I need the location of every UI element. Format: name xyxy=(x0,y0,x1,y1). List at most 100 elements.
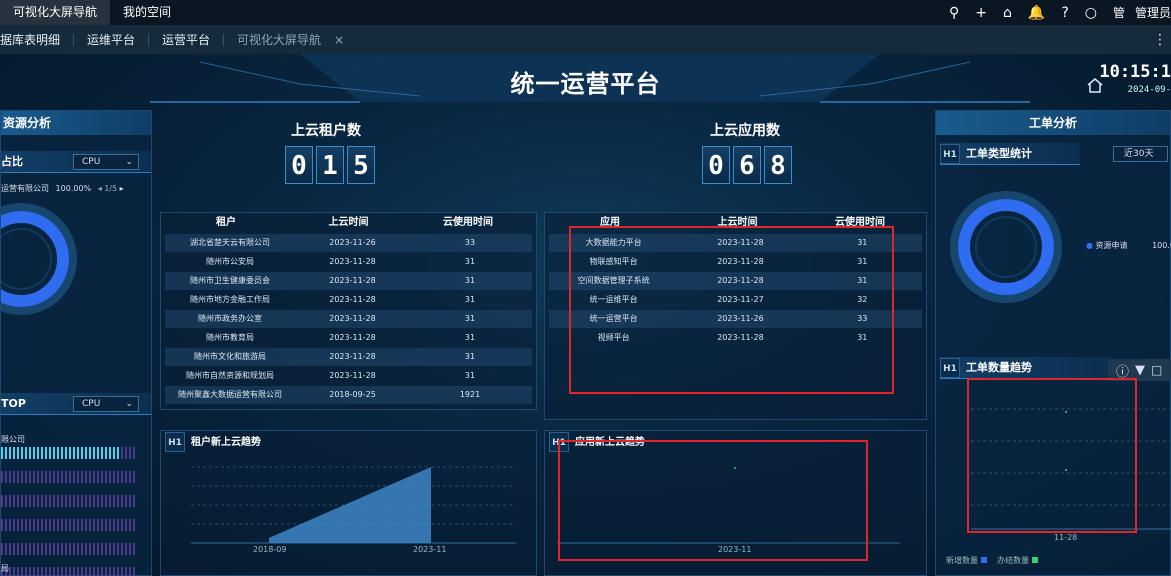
ticket-type-header: H1 工单类型统计 xyxy=(940,143,1080,165)
digit: 0 xyxy=(702,146,730,184)
next-icon[interactable]: ▸ xyxy=(120,184,124,193)
chevron-down-icon: ⌄ xyxy=(125,399,133,409)
legend-done-label: 办结数量 xyxy=(997,556,1030,565)
h1-icon: H1 xyxy=(940,144,960,164)
tab-db-detail[interactable]: 据库表明细 xyxy=(0,33,75,46)
user-avatar[interactable]: 管 xyxy=(1113,4,1125,21)
ratio-donut-chart xyxy=(1,203,77,315)
chevron-down-icon: ⌄ xyxy=(125,157,133,167)
cell-name: 湖北省楚天云有限公司 xyxy=(190,238,270,247)
cell-name: 随州市地方金融工作局 xyxy=(190,295,270,304)
table-row[interactable]: 湖北省楚天云有限公司 2023-11-26 33 xyxy=(165,234,532,252)
top-item-label: 限公司 xyxy=(1,435,25,444)
cell-days: 31 xyxy=(464,257,476,266)
legend-label: 资源申请 xyxy=(1095,241,1128,250)
table-row[interactable]: 随州市公安局 2023-11-28 31 xyxy=(165,253,532,271)
more-icon[interactable]: ⋮ xyxy=(1153,32,1167,48)
tab-ops-platform[interactable]: 运维平台 xyxy=(74,33,150,46)
fullscreen-icon[interactable]: □ xyxy=(1151,363,1162,377)
ratio-select-value: CPU xyxy=(82,157,101,167)
cell-days: 31 xyxy=(464,371,476,380)
table-row[interactable]: 随州市政务办公室 2023-11-28 31 xyxy=(165,310,532,328)
legend-dot: ● xyxy=(1086,241,1093,250)
cell-time: 2018-09-25 xyxy=(329,390,376,399)
info-icon[interactable]: ⓘ xyxy=(1116,361,1129,380)
ticket-count-title: 工单数量趋势 xyxy=(966,361,1032,374)
highlight-box-ticket-trend xyxy=(967,378,1137,533)
page-title: 统一运营平台 xyxy=(510,70,661,98)
table-row[interactable]: 随州市文化和旅游局 2023-11-28 31 xyxy=(165,348,532,366)
top-select[interactable]: CPU ⌄ xyxy=(73,396,139,412)
cell-days: 31 xyxy=(464,314,476,323)
home-icon[interactable]: ⌂ xyxy=(1003,5,1012,21)
prev-icon[interactable]: ◂ xyxy=(98,184,102,193)
clock-time: 10:15:1 xyxy=(1099,62,1171,82)
panel-title: 资源分析 xyxy=(1,111,151,135)
table-row[interactable]: 随州市教育局 2023-11-28 31 xyxy=(165,329,532,347)
top-bar xyxy=(1,495,137,507)
plus-icon[interactable]: + xyxy=(975,5,987,21)
legend-new-swatch xyxy=(980,557,987,563)
top-bar xyxy=(1,519,137,531)
panel-title: 工单分析 xyxy=(936,111,1170,135)
cell-time: 2023-11-28 xyxy=(329,371,376,380)
ticket-legend: ● 资源申请 100.0 xyxy=(1086,240,1171,251)
page-tab-bar: 据库表明细 运维平台 运营平台 可视化大屏导航 × ⋮ xyxy=(0,25,1171,54)
clock-date: 2024-09- xyxy=(1127,85,1171,95)
table-row[interactable]: 随州市卫生健康委员会 2023-11-28 31 xyxy=(165,272,532,290)
tab-visual-nav[interactable]: 可视化大屏导航 xyxy=(0,0,111,25)
app-count-title: 上云应用数 xyxy=(710,123,780,139)
period-select[interactable]: 近30天 xyxy=(1113,146,1168,162)
table-row[interactable]: 随州市自然资源和规划局 2023-11-28 31 xyxy=(165,367,532,385)
top-item-label-2: 局 xyxy=(1,564,9,573)
cell-time: 2023-11-26 xyxy=(329,238,376,247)
tenant-trend-chart: H1 租户新上云趋势 2018-09 2023-11 xyxy=(160,430,537,576)
cell-days: 31 xyxy=(464,352,476,361)
cell-days: 1921 xyxy=(459,390,481,399)
top-bar xyxy=(1,567,137,576)
ratio-value: 100.00% xyxy=(55,184,92,193)
h1-icon: H1 xyxy=(940,358,960,378)
top-bar-fill xyxy=(1,447,121,459)
tab-operation-platform[interactable]: 运营平台 xyxy=(149,33,225,46)
search-icon[interactable]: ⚲ xyxy=(949,5,959,21)
top-bars xyxy=(1,447,141,576)
cell-name: 随州市公安局 xyxy=(206,257,254,266)
help-icon[interactable]: ? xyxy=(1061,5,1068,21)
clock: 10:15:1 2024-09- xyxy=(1099,62,1171,95)
cell-name: 随州聚鑫大数据运营有限公司 xyxy=(178,390,282,399)
cell-days: 33 xyxy=(464,238,476,247)
table-row[interactable]: 随州聚鑫大数据运营有限公司 2018-09-25 1921 xyxy=(165,386,532,404)
top-bar xyxy=(1,543,137,555)
col-time: 上云时间 xyxy=(328,217,369,228)
period-select-value: 近30天 xyxy=(1124,149,1154,159)
user-name[interactable]: 管理员 xyxy=(1135,4,1171,21)
ticket-count-header: H1 工单数量趋势 xyxy=(940,357,1110,379)
cell-name: 随州市文化和旅游局 xyxy=(194,352,266,361)
filter-icon[interactable]: ▼ xyxy=(1135,363,1145,378)
top-bar xyxy=(1,447,137,459)
chat-icon[interactable]: ○ xyxy=(1085,5,1097,21)
tab-visual-nav-current[interactable]: 可视化大屏导航 xyxy=(224,34,334,46)
tab-my-space[interactable]: 我的空间 xyxy=(110,0,184,25)
col-days: 云使用时间 xyxy=(443,217,493,228)
cell-name: 随州市政务办公室 xyxy=(198,314,262,323)
table-row[interactable]: 随州市地方金融工作局 2023-11-28 31 xyxy=(165,291,532,309)
cell-time: 2023-11-28 xyxy=(329,257,376,266)
cell-name: 随州市卫生健康委员会 xyxy=(190,276,270,285)
tenant-table: 租户 上云时间 云使用时间 湖北省楚天云有限公司 2023-11-26 33 随州市公… xyxy=(160,212,537,410)
app-count-digits: 0 6 8 xyxy=(702,146,795,184)
cell-days: 31 xyxy=(464,276,476,285)
highlight-box-app-trend xyxy=(558,440,868,561)
bell-icon[interactable]: 🔔 xyxy=(1028,5,1045,21)
digit: 5 xyxy=(347,146,375,184)
digit: 6 xyxy=(733,146,761,184)
ratio-select[interactable]: CPU ⌄ xyxy=(73,154,139,170)
close-tab-icon[interactable]: × xyxy=(334,33,344,47)
ratio-item: 运营有限公司 xyxy=(1,184,49,193)
x-tick: 2023-11 xyxy=(413,545,447,554)
digit: 1 xyxy=(316,146,344,184)
cell-name: 随州市自然资源和规划局 xyxy=(186,371,274,380)
tenant-table-header: 租户 上云时间 云使用时间 xyxy=(161,213,536,233)
legend-new-label: 新增数量 xyxy=(946,556,978,565)
